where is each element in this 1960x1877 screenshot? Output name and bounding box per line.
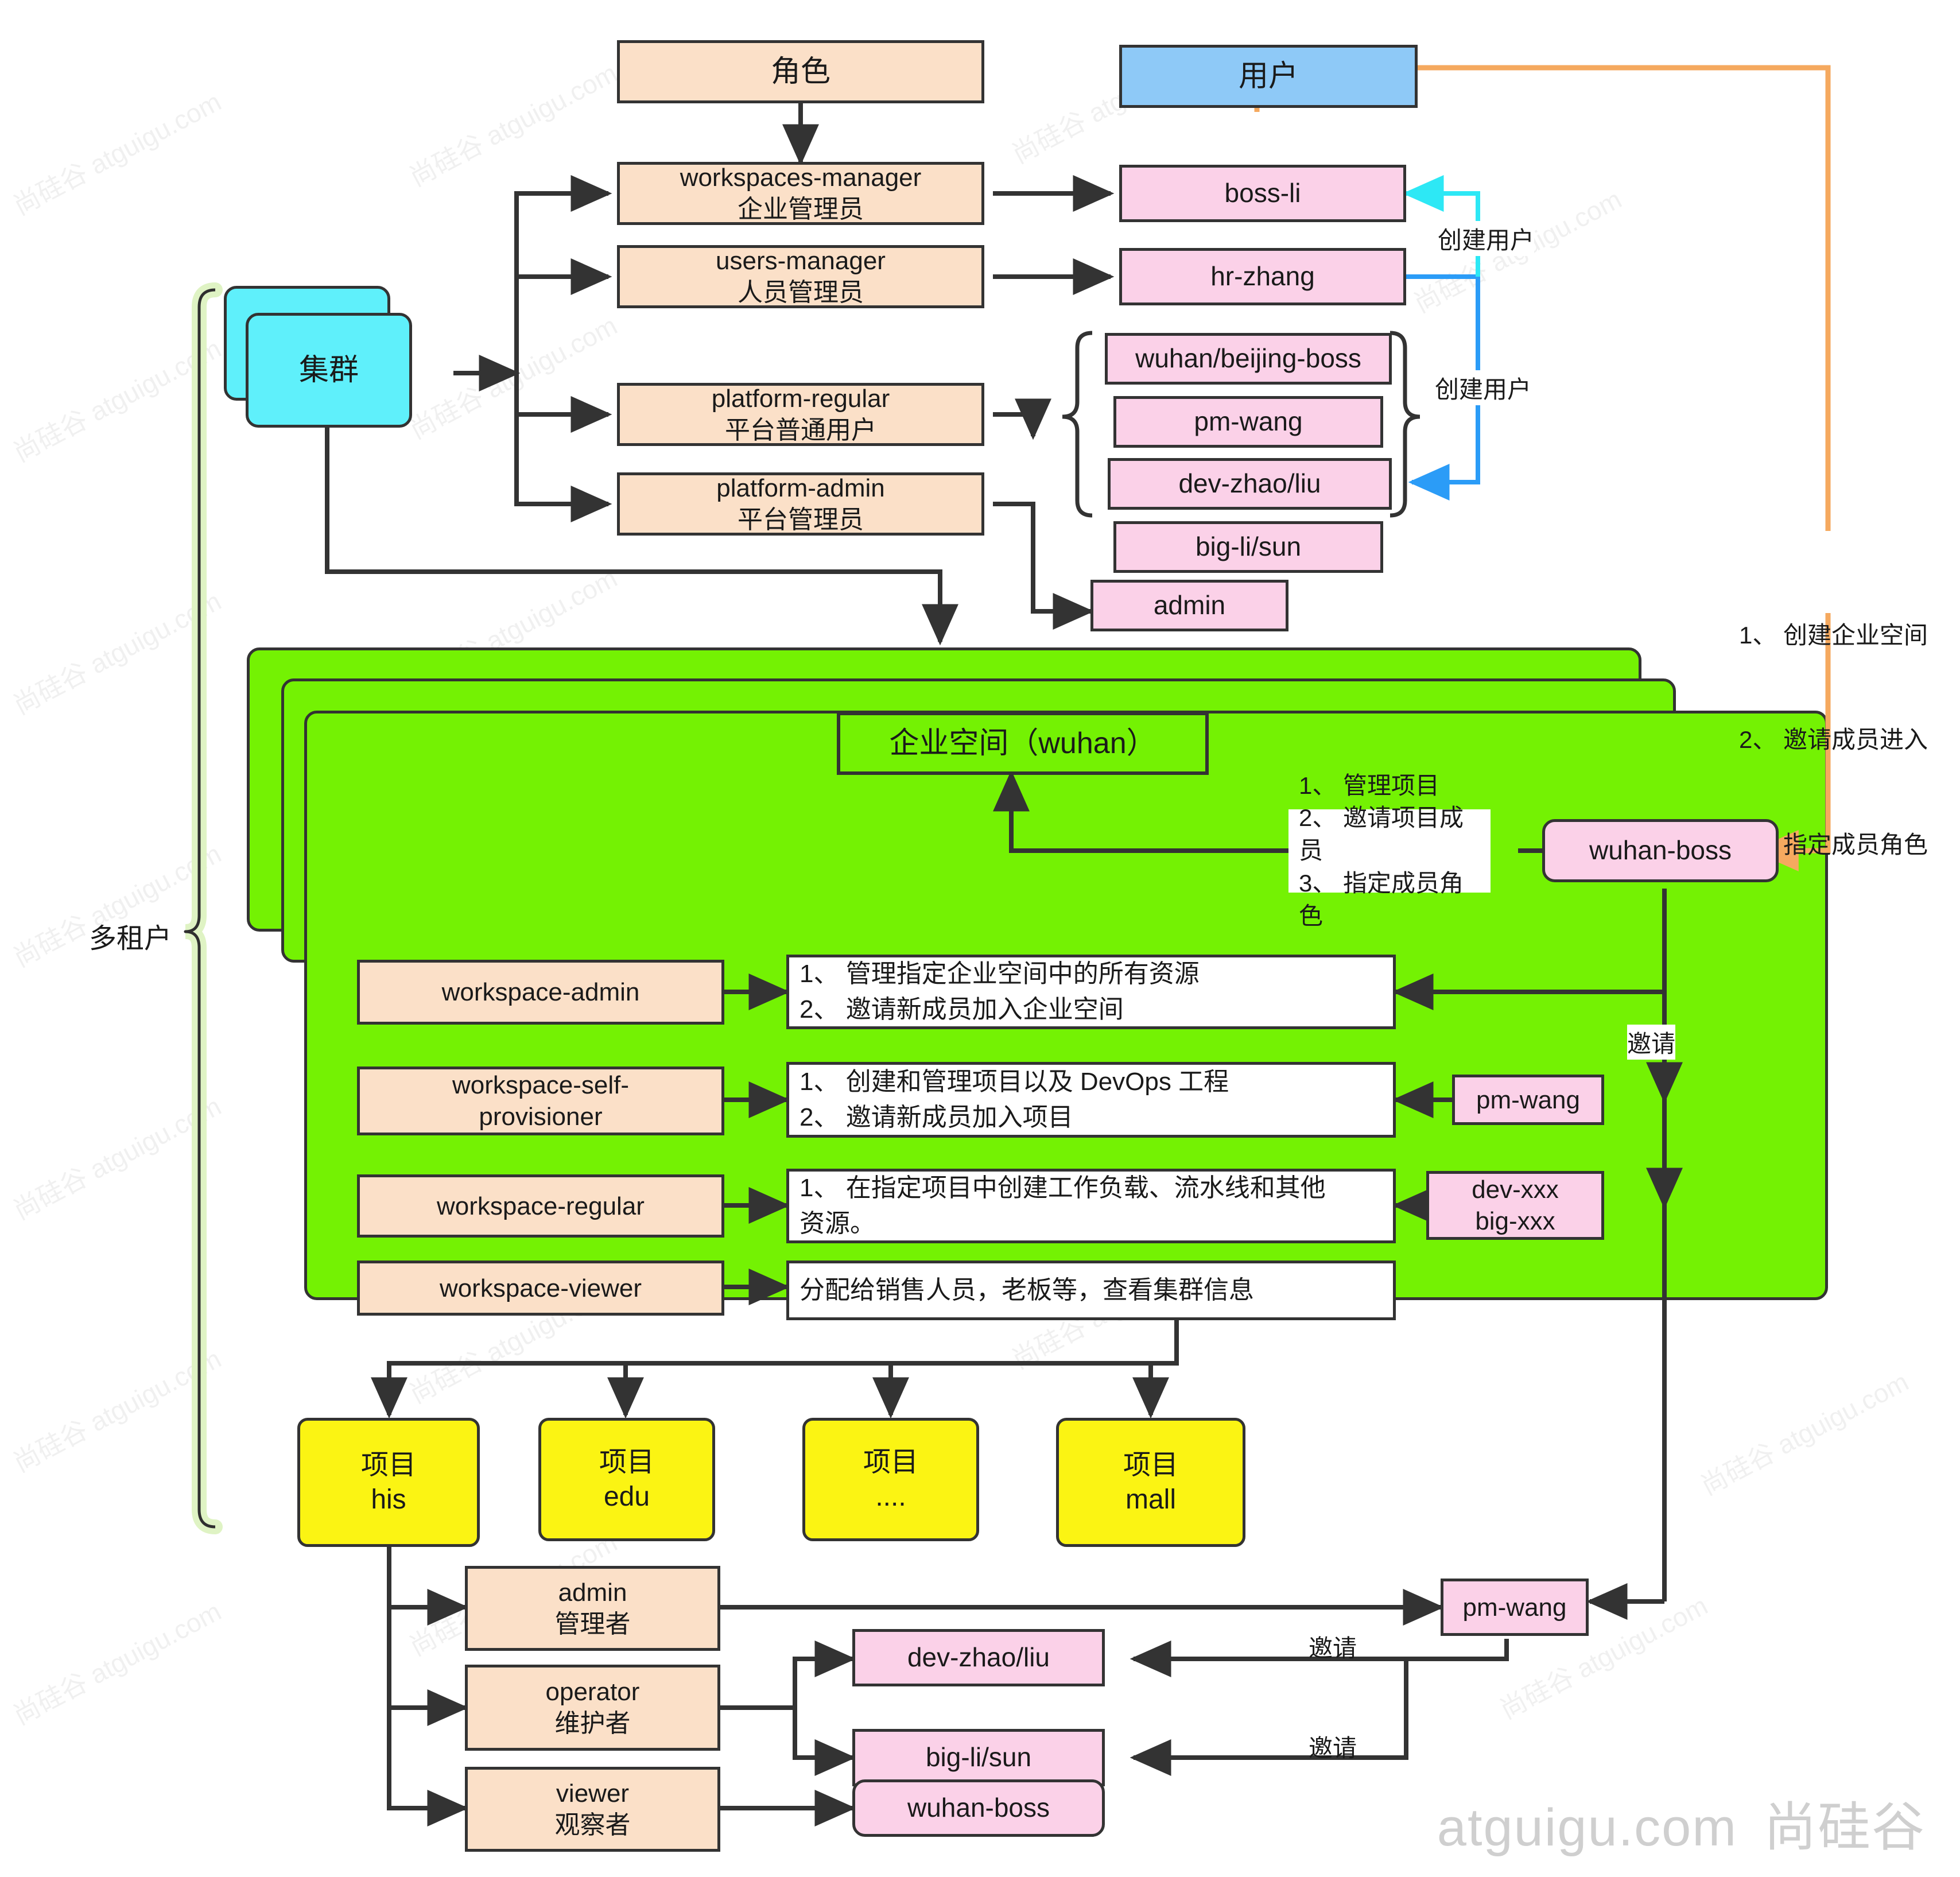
edge-label-create-user-1: 创建用户 [1438,221,1535,256]
project-edu[interactable]: 项目 edu [538,1418,715,1541]
ws-role-workspace-viewer[interactable]: workspace-viewer [357,1261,724,1316]
ws-role-workspace-admin[interactable]: workspace-admin [357,960,724,1025]
note-line: 1、 管理项目 [1299,771,1440,799]
edge-label-invite-dev: 邀请 [1309,1635,1357,1662]
user-pm-wang[interactable]: pm-wang [1113,396,1383,448]
workspace-boss-note: 1、 管理项目 2、 邀请项目成员 3、 指定成员角色 [1288,772,1491,929]
watermark: 尚硅谷 atguigu.com [8,1343,226,1478]
brand-site: atguigu.com [1437,1798,1737,1857]
user-big-li-sun[interactable]: big-li/sun [1113,521,1383,573]
watermark: 尚硅谷 atguigu.com [8,1596,226,1731]
workspace-title: 企业空间（wuhan） [837,712,1209,775]
watermark: 尚硅谷 atguigu.com [8,333,226,468]
user-wuhan-beijing-boss[interactable]: wuhan/beijing-boss [1105,333,1392,385]
user-header: 用户 [1119,45,1418,108]
role-users-manager[interactable]: users-manager 人员管理员 [617,245,984,308]
edge-label-create-user-2: 创建用户 [1435,370,1532,405]
note-line: 1、 创建企业空间 [1739,621,1928,649]
multitenant-label: 多租户 [89,924,172,954]
diagram-canvas: 尚硅谷 atguigu.com 尚硅谷 atguigu.com 尚硅谷 atgu… [0,0,1960,1877]
edge-label-invite-workspace: 邀请 [1627,1025,1676,1060]
ws-role-desc-workspace-viewer: 分配给销售人员，老板等，查看集群信息 [786,1261,1396,1320]
watermark: 尚硅谷 atguigu.com [404,57,622,192]
note-line: 2、 邀请成员进入 [1739,726,1928,754]
watermark: 尚硅谷 atguigu.com [8,86,226,221]
project-member-big-li-sun[interactable]: big-li/sun [852,1729,1105,1786]
ws-role-workspace-regular[interactable]: workspace-regular [357,1174,724,1238]
ws-member-pm-wang[interactable]: pm-wang [1452,1075,1604,1125]
project-his[interactable]: 项目 his [297,1418,480,1547]
watermark: 尚硅谷 atguigu.com [1695,1366,1914,1501]
watermark: 尚硅谷 atguigu.com [404,310,622,445]
project-member-wuhan-boss[interactable]: wuhan-boss [852,1779,1105,1837]
role-platform-regular[interactable]: platform-regular 平台普通用户 [617,383,984,446]
ws-role-workspace-self-provisioner[interactable]: workspace-self- provisioner [357,1067,724,1135]
ws-role-desc-workspace-admin: 1、 管理指定企业空间中的所有资源 2、 邀请新成员加入企业空间 [786,955,1396,1029]
role-workspaces-manager[interactable]: workspaces-manager 企业管理员 [617,162,984,225]
note-line: 3、 指定成员角色 [1299,869,1464,929]
project-role-viewer[interactable]: viewer 观察者 [465,1767,720,1852]
ws-role-desc-workspace-regular: 1、 在指定项目中创建工作负载、流水线和其他 资源。 [786,1169,1396,1243]
brand-cn: 尚硅谷 [1763,1798,1926,1857]
user-boss-li[interactable]: boss-li [1119,165,1406,222]
note-line: 2、 邀请项目成员 [1299,804,1464,864]
project-role-operator[interactable]: operator 维护者 [465,1665,720,1751]
edge-label-invite-big: 邀请 [1309,1735,1357,1762]
ws-member-dev-big-xxx[interactable]: dev-xxx big-xxx [1426,1171,1604,1240]
watermark: 尚硅谷 atguigu.com [8,1091,226,1226]
watermark: 尚硅谷 atguigu.com [8,585,226,720]
role-platform-admin[interactable]: platform-admin 平台管理员 [617,472,984,536]
user-admin[interactable]: admin [1090,580,1288,631]
project-role-admin[interactable]: admin 管理者 [465,1566,720,1651]
ws-role-desc-workspace-self-provisioner: 1、 创建和管理项目以及 DevOps 工程 2、 邀请新成员加入项目 [786,1062,1396,1138]
project-mall[interactable]: 项目 mall [1056,1418,1245,1547]
project-member-pm-wang[interactable]: pm-wang [1441,1579,1589,1636]
project-other[interactable]: 项目 .... [802,1418,979,1541]
cluster-card[interactable]: 集群 [246,313,412,428]
brand-watermark: atguigu.com 尚硅谷 [1437,1785,1926,1861]
role-header: 角色 [617,40,984,103]
user-dev-zhao-liu[interactable]: dev-zhao/liu [1108,458,1392,510]
project-member-dev-zhao-liu[interactable]: dev-zhao/liu [852,1629,1105,1686]
workspace-boss[interactable]: wuhan-boss [1542,819,1779,882]
user-hr-zhang[interactable]: hr-zhang [1119,248,1406,305]
